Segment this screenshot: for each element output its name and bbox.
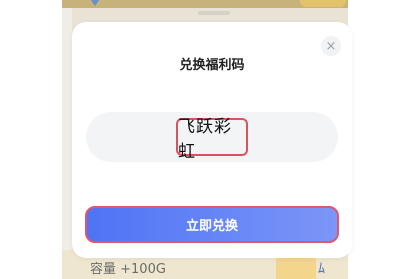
- close-icon: ×: [325, 38, 337, 54]
- redeem-code-dialog: 兑换福利码 × 飞跃彩虹 立即兑换: [72, 22, 352, 258]
- redeem-now-button[interactable]: 立即兑换: [85, 206, 339, 243]
- redeem-code-input[interactable]: 飞跃彩虹: [86, 112, 338, 162]
- banner-icon: [88, 0, 102, 6]
- redeem-code-value: 飞跃彩虹: [176, 117, 248, 162]
- capacity-label: 容量 +100G: [90, 262, 166, 277]
- close-button[interactable]: ×: [321, 36, 341, 56]
- drag-handle[interactable]: [198, 11, 230, 15]
- decor-mark-icon: ﾑ: [318, 261, 325, 277]
- banner-chip: [300, 0, 346, 7]
- dialog-title: 兑换福利码: [179, 58, 245, 73]
- background-strip: [62, 0, 72, 279]
